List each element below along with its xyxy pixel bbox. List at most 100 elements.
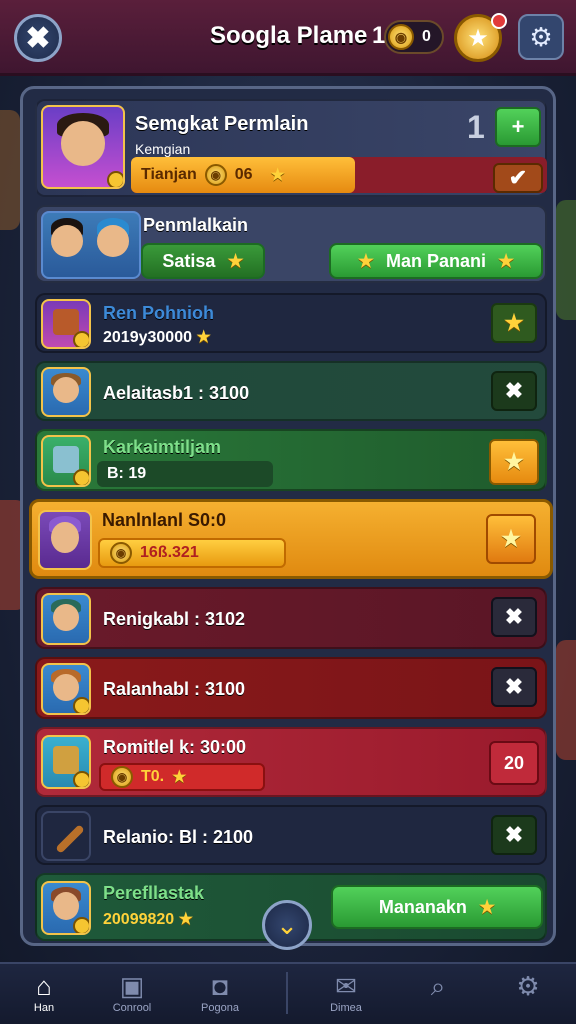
avatar: [41, 299, 91, 349]
star-button[interactable]: ★: [491, 303, 537, 343]
nav-pogona[interactable]: ◘ Pogona: [180, 970, 260, 1022]
medal-button[interactable]: ★: [454, 13, 507, 62]
featured-subtitle: Kemgian: [135, 141, 191, 157]
top-bar: ✖ Soogla Plame 1 ◉ 0 ★ ⚙: [0, 0, 576, 76]
mananakn-button[interactable]: Mananakn ★: [331, 885, 543, 929]
background-block: [556, 200, 576, 320]
search-icon: ⌕: [430, 971, 446, 1001]
star-icon: ★: [504, 449, 524, 474]
pair-row: Penmlalkain Satisa ★ ★ Man Panani ★: [35, 205, 547, 283]
medal-icon: ★: [467, 24, 489, 52]
close-icon: ✖: [504, 822, 524, 847]
close-button[interactable]: ✖: [14, 14, 62, 62]
settings-button[interactable]: ⚙: [518, 14, 564, 60]
item-name: Nanlnlanl S0:0: [102, 510, 227, 530]
close-item-button[interactable]: ✖: [491, 597, 537, 637]
check-button[interactable]: ✔: [493, 163, 543, 193]
list-item[interactable]: Ralanhabl : 3100 ✖: [35, 657, 547, 719]
count-button[interactable]: 20: [489, 741, 539, 785]
man-panani-button[interactable]: ★ Man Panani ★: [329, 243, 543, 279]
star-icon: ★: [478, 896, 496, 917]
list-item[interactable]: Aelaitasb1 : 3100 ✖: [35, 361, 547, 421]
satisa-button[interactable]: Satisa ★: [141, 243, 265, 279]
close-icon: ✖: [504, 604, 524, 629]
close-icon: ✖: [25, 21, 51, 55]
coin-value: 0: [422, 28, 431, 45]
item-sub: 2019y30000 ★: [103, 329, 211, 346]
bottom-nav: ⌂ Han ▣ Conrool ◘ Pogona ✉ Dimea ⌕ ⚙: [0, 962, 576, 1024]
item-name: Karkaimtiljam: [103, 437, 222, 457]
list-item[interactable]: Relanio: Bl : 2100 ✖: [35, 805, 547, 865]
item-progress: ◉ 16ß.321: [98, 538, 286, 568]
nav-settings[interactable]: ⚙: [488, 970, 568, 1022]
star-icon: ★: [178, 911, 193, 928]
avatar: [41, 881, 91, 935]
featured-name: Semgkat Permlain: [135, 113, 309, 135]
close-icon: ✖: [504, 674, 524, 699]
mail-icon: ✉: [335, 971, 357, 1001]
item-name: Ralanhabl : 3100: [103, 679, 246, 699]
close-item-button[interactable]: ✖: [491, 667, 537, 707]
star-icon: ★: [172, 769, 187, 786]
star-icon: ★: [504, 310, 524, 335]
item-name: Relanio: Bl : 2100: [103, 827, 254, 847]
avatar: [41, 435, 91, 487]
coin-counter[interactable]: ◉ 0: [384, 20, 444, 54]
add-button[interactable]: +: [495, 107, 541, 147]
item-name: Aelaitasb1 : 3100: [103, 383, 250, 403]
star-icon: ★: [270, 167, 285, 184]
nav-home[interactable]: ⌂ Han: [4, 970, 84, 1022]
avatar: [41, 367, 91, 417]
game-title: Soogla Plame: [210, 22, 368, 49]
coin-icon: ◉: [204, 164, 227, 186]
progress-value: 06: [234, 166, 253, 183]
scroll-down-button[interactable]: ⌄: [262, 900, 312, 950]
star-button[interactable]: ★: [486, 514, 536, 564]
item-name: Perefllastak: [103, 883, 205, 903]
avatar: [41, 211, 141, 279]
avatar: [41, 811, 91, 861]
list-item-highlighted[interactable]: Nanlnlanl S0:0 ◉ 16ß.321 ★: [29, 499, 553, 579]
avatar: [41, 105, 125, 189]
avatar: [41, 663, 91, 715]
list-item[interactable]: Ren Pohnioh 2019y30000 ★ ★: [35, 293, 547, 353]
gear-icon: ⚙: [516, 971, 540, 1001]
close-item-button[interactable]: ✖: [491, 371, 537, 411]
check-icon: ✔: [508, 165, 528, 190]
nav-divider: [286, 972, 288, 1014]
coin-icon: ◉: [110, 542, 132, 564]
item-progress: ◉ T0. ★: [99, 763, 265, 791]
item-name: Renigkabl : 3102: [103, 609, 246, 629]
star-button[interactable]: ★: [489, 439, 539, 485]
coin-icon: ◉: [111, 766, 133, 788]
gear-icon: ⚙: [529, 21, 553, 52]
featured-progress: Tianjan ◉ 06 ★: [131, 157, 547, 193]
list-item[interactable]: Romitlel k: 30:00 ◉ T0. ★ 20: [35, 727, 547, 797]
home-icon: ⌂: [36, 971, 52, 1001]
list-item[interactable]: Karkaimtiljam B: 19 ★: [35, 429, 547, 491]
chat-icon: ◘: [212, 971, 228, 1001]
background-block: [556, 640, 576, 760]
close-icon: ✖: [504, 378, 524, 403]
nav-search[interactable]: ⌕: [398, 970, 478, 1022]
avatar: [41, 593, 91, 645]
count-value: 20: [503, 752, 525, 773]
notification-dot: [491, 13, 507, 29]
star-icon: ★: [501, 526, 521, 551]
control-icon: ▣: [119, 971, 145, 1001]
item-sub: 20099820 ★: [103, 911, 193, 928]
nav-control[interactable]: ▣ Conrool: [92, 970, 172, 1022]
list-item[interactable]: Renigkabl : 3102 ✖: [35, 587, 547, 649]
featured-row[interactable]: Semgkat Permlain Kemgian 1 + Tianjan ◉ 0…: [35, 99, 547, 197]
star-icon: ★: [227, 250, 244, 271]
star-icon: ★: [498, 250, 515, 271]
plus-icon: +: [511, 114, 525, 139]
nav-dimea[interactable]: ✉ Dimea: [306, 970, 386, 1022]
progress-label: Tianjan: [141, 166, 197, 183]
star-icon: ★: [196, 329, 211, 346]
featured-count: 1: [467, 109, 485, 145]
chevron-down-icon: ⌄: [276, 909, 298, 940]
avatar: [38, 510, 92, 570]
pair-name: Penmlalkain: [143, 215, 249, 235]
close-item-button[interactable]: ✖: [491, 815, 537, 855]
